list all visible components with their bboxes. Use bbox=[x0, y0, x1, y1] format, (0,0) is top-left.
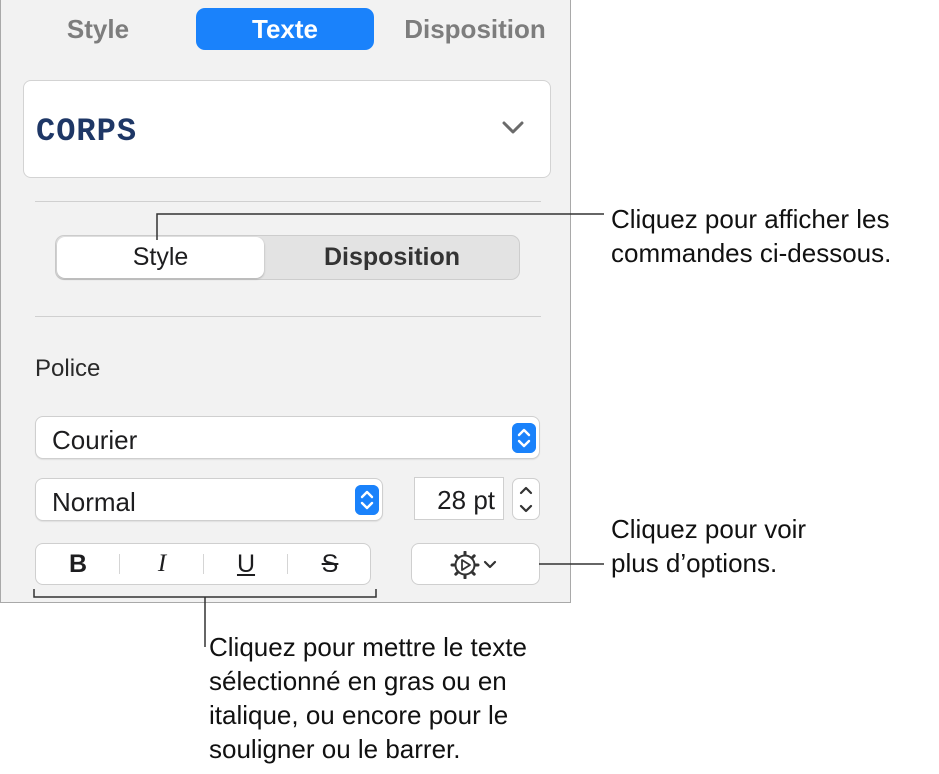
callout-options: Cliquez pour voir plus d’options. bbox=[611, 512, 806, 580]
callout-text: Cliquez pour voir bbox=[611, 514, 807, 544]
callout-line-segment bbox=[156, 213, 604, 240]
callout-text: sélectionné en gras ou en bbox=[209, 666, 507, 696]
callout-text: Cliquez pour afficher les bbox=[611, 204, 890, 234]
callout-text: Cliquez pour mettre le texte bbox=[209, 632, 527, 662]
callout-text: commandes ci-dessous. bbox=[611, 238, 892, 268]
callout-text: italique, ou encore pour le bbox=[209, 700, 509, 730]
callout-bracket-format bbox=[33, 589, 377, 598]
callout-segment: Cliquez pour afficher les commandes ci-d… bbox=[611, 202, 891, 270]
callout-text: souligner ou le barrer. bbox=[209, 734, 461, 764]
callout-text: plus d’options. bbox=[611, 548, 778, 578]
callout-format: Cliquez pour mettre le texte sélectionné… bbox=[209, 630, 527, 766]
